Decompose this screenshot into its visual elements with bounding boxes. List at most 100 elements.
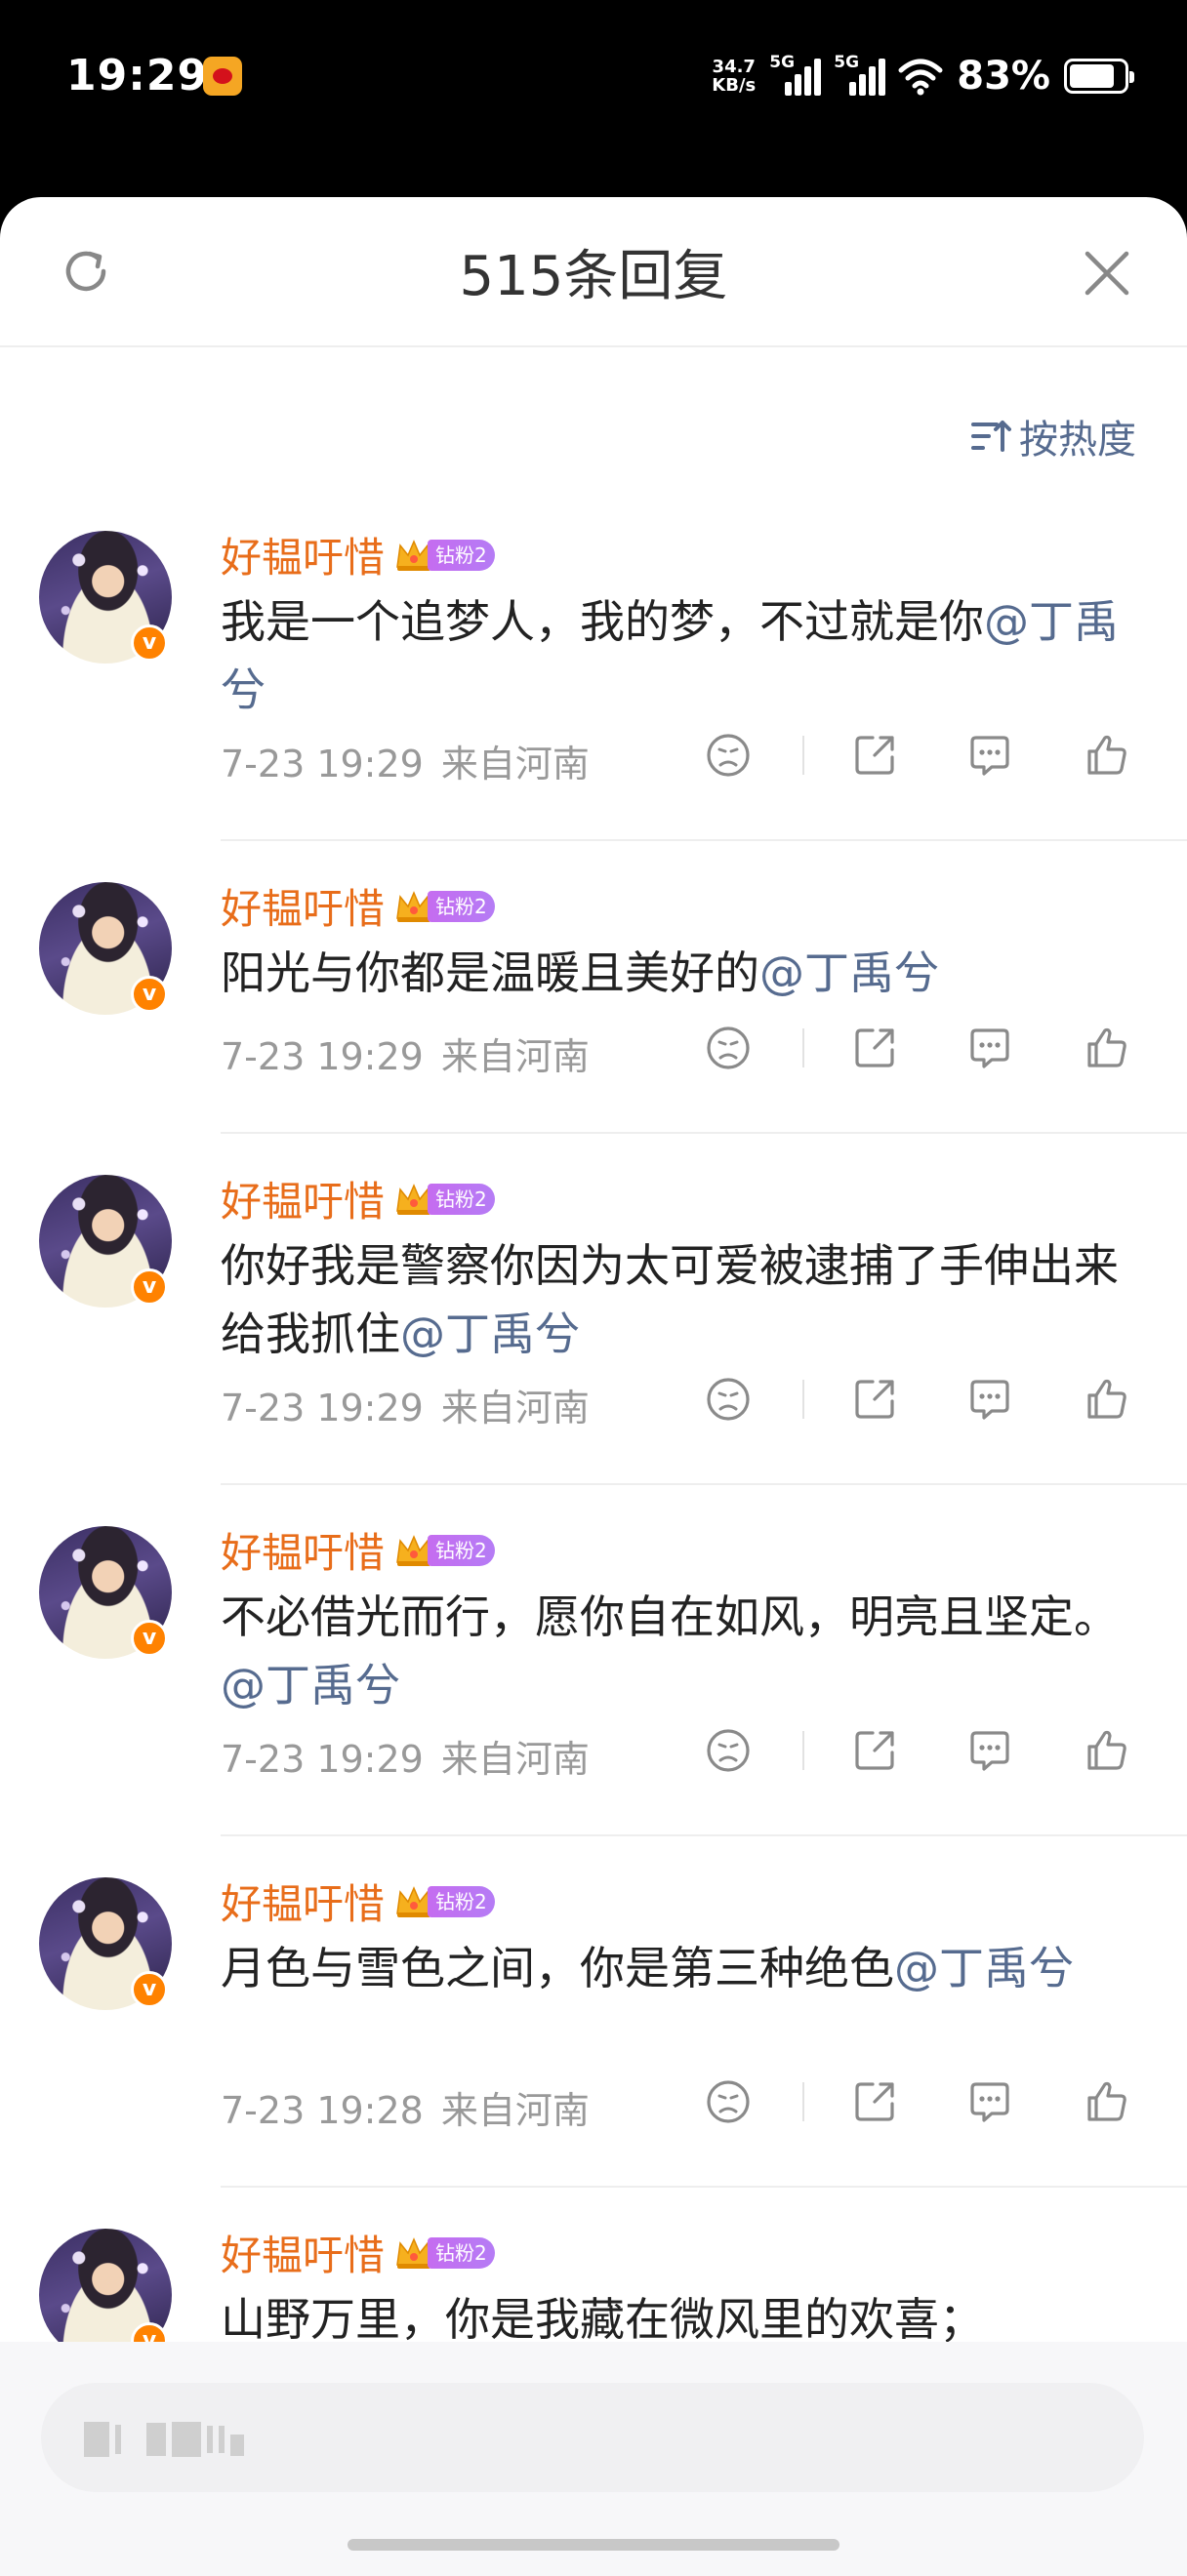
comment-text: 你好我是警察你因为太可爱被逮捕了手伸出来给我抓住@丁禹兮 [221, 1231, 1119, 1368]
reply-input[interactable] [41, 2383, 1144, 2492]
close-icon[interactable] [1080, 246, 1134, 301]
comment-body: 我是一个追梦人，我的梦，不过就是你 [221, 595, 984, 648]
username[interactable]: 好韫吁惜 [221, 1872, 385, 1931]
mention-link[interactable]: @丁禹兮 [221, 1659, 400, 1711]
comment-time: 7-23 19:29 [221, 1387, 424, 1429]
share-icon[interactable] [847, 1021, 902, 1075]
share-icon[interactable] [847, 1723, 902, 1778]
share-icon[interactable] [847, 728, 902, 783]
action-separator [802, 736, 804, 775]
comment-header: 好韫吁惜 钻粉2 [221, 1872, 495, 1931]
dislike-icon[interactable] [701, 1723, 756, 1778]
comment-icon[interactable] [962, 1372, 1017, 1427]
like-icon[interactable] [1080, 1372, 1134, 1427]
username[interactable]: 好韫吁惜 [221, 876, 385, 936]
network-speed: 34.7 KB/s [712, 58, 756, 95]
comment-item[interactable]: v 好韫吁惜 钻粉2 你好我是警察你因为太可爱被逮捕了手伸出来给我抓住@丁禹兮 7-23… [0, 1134, 1187, 1485]
comment-time: 7-23 19:29 [221, 743, 424, 785]
username[interactable]: 好韫吁惜 [221, 1520, 385, 1580]
comment-time: 7-23 19:29 [221, 1738, 424, 1781]
comment-text: 不必借光而行，愿你自在如风，明亮且坚定。 @丁禹兮 [221, 1583, 1119, 1719]
comment-header: 好韫吁惜 钻粉2 [221, 2223, 495, 2282]
fan-badge[interactable]: 钻粉2 [394, 1183, 495, 1216]
signal-label: 5G [769, 53, 796, 72]
fan-badge-label: 钻粉2 [428, 1534, 495, 1566]
comment-body: 不必借光而行，愿你自在如风，明亮且坚定。 [221, 1590, 1119, 1643]
dislike-icon[interactable] [701, 2074, 756, 2129]
blurred-placeholder [84, 2420, 244, 2459]
like-icon[interactable] [1080, 728, 1134, 783]
username[interactable]: 好韫吁惜 [221, 1169, 385, 1228]
verified-badge-icon: v [131, 624, 168, 662]
like-icon[interactable] [1080, 1723, 1134, 1778]
action-separator [802, 1731, 804, 1770]
comment-item[interactable]: v 好韫吁惜 钻粉2 我是一个追梦人，我的梦，不过就是你@丁禹兮 7-23 19:29 来… [0, 490, 1187, 841]
action-separator [802, 2082, 804, 2121]
fan-badge[interactable]: 钻粉2 [394, 1885, 495, 1918]
share-icon[interactable] [847, 2074, 902, 2129]
comment-meta: 7-23 19:29 来自河南 [221, 1729, 590, 1783]
verified-badge-icon: v [131, 1268, 168, 1306]
comment-body: 阳光与你都是温暖且美好的 [221, 946, 759, 999]
comment-meta: 7-23 19:29 来自河南 [221, 734, 590, 787]
sheet-header: 515条回复 [0, 197, 1187, 347]
dislike-icon[interactable] [701, 728, 756, 783]
share-icon[interactable] [847, 1372, 902, 1427]
mention-link[interactable]: @丁禹兮 [400, 1308, 580, 1360]
network-speed-value: 34.7 [712, 57, 756, 77]
status-bar: 19:29 34.7 KB/s 5G 5G 83% [0, 0, 1187, 156]
comment-header: 好韫吁惜 钻粉2 [221, 525, 495, 584]
fan-badge-label: 钻粉2 [428, 1885, 495, 1917]
comment-icon[interactable] [962, 1723, 1017, 1778]
comment-body: 月色与雪色之间，你是第三种绝色 [221, 1942, 894, 1994]
signal-label-2: 5G [834, 53, 860, 72]
action-separator [802, 1028, 804, 1067]
mention-link[interactable]: @丁禹兮 [759, 946, 939, 999]
comment-time: 7-23 19:29 [221, 1035, 424, 1078]
fan-badge-label: 钻粉2 [428, 890, 495, 922]
comment-text: 我是一个追梦人，我的梦，不过就是你@丁禹兮 [221, 587, 1119, 724]
fan-badge-label: 钻粉2 [428, 2236, 495, 2269]
comment-header: 好韫吁惜 钻粉2 [221, 1520, 495, 1580]
signal-icon: 5G [769, 53, 822, 96]
comment-location: 来自河南 [440, 1035, 590, 1078]
mention-link[interactable]: @丁禹兮 [894, 1942, 1074, 1994]
comment-meta: 7-23 19:28 来自河南 [221, 2080, 590, 2134]
fan-badge[interactable]: 钻粉2 [394, 2236, 495, 2270]
comment-item[interactable]: v 好韫吁惜 钻粉2 月色与雪色之间，你是第三种绝色@丁禹兮 7-23 19:28 来自河… [0, 1836, 1187, 2188]
verified-badge-icon: v [131, 1620, 168, 1657]
battery-icon [1064, 59, 1134, 94]
comment-meta: 7-23 19:29 来自河南 [221, 1026, 590, 1080]
replies-sheet: 515条回复 按热度 v 好韫吁惜 钻粉2 我是一个追梦人，我的梦，不过就是你@丁禹兮… [0, 197, 1187, 2576]
comment-item[interactable]: v 好韫吁惜 钻粉2 阳光与你都是温暖且美好的@丁禹兮 7-23 19:29 来自河南 [0, 841, 1187, 1134]
comment-icon[interactable] [962, 2074, 1017, 2129]
comment-icon[interactable] [962, 728, 1017, 783]
comment-body: 你好我是警察你因为太可爱被逮捕了手伸出来给我抓住 [221, 1239, 1119, 1360]
comment-text: 月色与雪色之间，你是第三种绝色@丁禹兮 [221, 1934, 1119, 2002]
home-indicator[interactable] [348, 2539, 839, 2551]
username[interactable]: 好韫吁惜 [221, 2223, 385, 2282]
action-separator [802, 1380, 804, 1419]
status-time: 19:29 [66, 51, 209, 101]
fan-badge[interactable]: 钻粉2 [394, 1534, 495, 1567]
comment-icon[interactable] [962, 1021, 1017, 1075]
dislike-icon[interactable] [701, 1021, 756, 1075]
username[interactable]: 好韫吁惜 [221, 525, 385, 584]
network-speed-unit: KB/s [712, 75, 757, 96]
like-icon[interactable] [1080, 2074, 1134, 2129]
comment-body: 山野万里，你是我藏在微风里的欢喜； [221, 2293, 984, 2346]
fan-badge[interactable]: 钻粉2 [394, 539, 495, 572]
like-icon[interactable] [1080, 1021, 1134, 1075]
comment-item[interactable]: v 好韫吁惜 钻粉2 不必借光而行，愿你自在如风，明亮且坚定。 @丁禹兮 7-23 19:… [0, 1485, 1187, 1836]
sort-by-hot-button[interactable]: 按热度 [970, 408, 1136, 464]
sort-icon [970, 417, 1011, 456]
status-indicators: 34.7 KB/s 5G 5G 83% [712, 53, 1134, 100]
weibo-notification-icon [203, 57, 242, 96]
comment-location: 来自河南 [440, 743, 590, 785]
fan-badge[interactable]: 钻粉2 [394, 890, 495, 923]
comment-location: 来自河南 [440, 1738, 590, 1781]
fan-badge-label: 钻粉2 [428, 539, 495, 571]
dislike-icon[interactable] [701, 1372, 756, 1427]
comment-list: v 好韫吁惜 钻粉2 我是一个追梦人，我的梦，不过就是你@丁禹兮 7-23 19:29 来… [0, 490, 1187, 2441]
signal-icon-2: 5G [834, 53, 886, 96]
